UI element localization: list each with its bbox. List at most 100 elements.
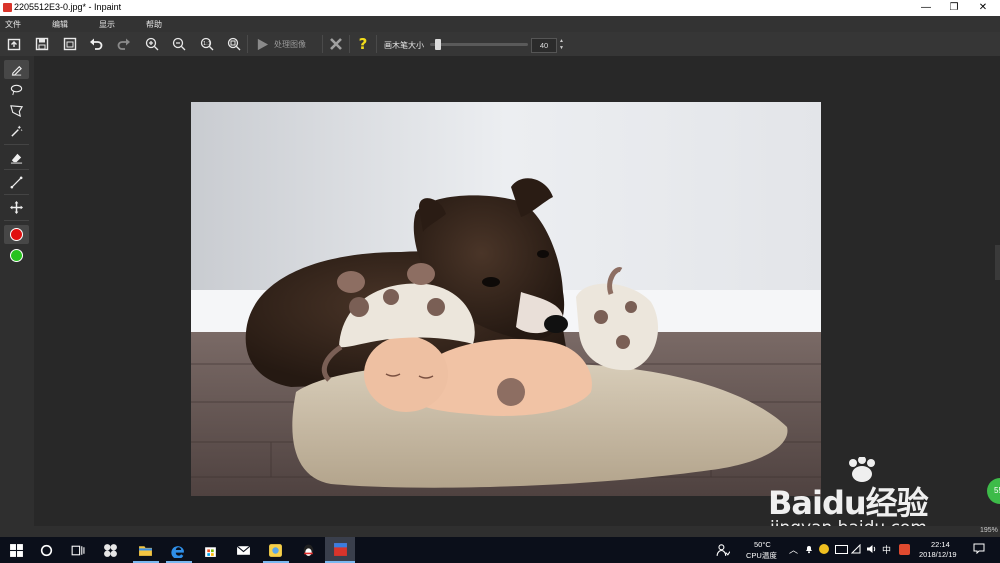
red-marker-tool[interactable] <box>4 225 29 244</box>
toolbar-divider <box>247 35 248 53</box>
process-image-button[interactable]: 处理图像 <box>256 35 318 53</box>
redo-button[interactable] <box>116 36 132 52</box>
eraser-icon <box>10 153 23 164</box>
brush-size-label: 画木笔大小 <box>384 41 424 50</box>
save-button[interactable] <box>34 36 50 52</box>
menu-file[interactable]: 文件 <box>5 19 21 30</box>
window-title: 2205512E3-0.jpg* - Inpaint <box>14 2 122 12</box>
cpu-temp-label: CPU温度 <box>746 551 777 560</box>
svg-text:1:1: 1:1 <box>203 41 211 47</box>
tray-overflow-icon[interactable]: ︿ <box>789 543 798 556</box>
green-marker-icon <box>10 249 23 262</box>
photo-artwork <box>191 102 821 496</box>
taskbar-app-qq[interactable] <box>298 541 318 559</box>
restore-button[interactable]: ❐ <box>940 0 968 16</box>
taskbar-app-store[interactable] <box>200 541 220 559</box>
taskbar-app-edge[interactable] <box>168 541 188 559</box>
polygonal-lasso-icon <box>10 105 23 117</box>
gallery-icon <box>268 543 282 557</box>
clock-date[interactable]: 2018/12/19 <box>919 550 957 559</box>
help-button[interactable]: ? <box>355 35 371 53</box>
process-image-label: 处理图像 <box>274 39 306 49</box>
notification-icon <box>973 543 985 555</box>
store-icon <box>204 546 216 557</box>
tools-divider <box>4 220 29 221</box>
status-bar: 195% <box>0 526 1000 537</box>
close-button[interactable]: ✕ <box>969 0 997 16</box>
redo-icon <box>117 38 130 50</box>
brush-size-spinner[interactable]: ▲ ▼ <box>557 38 566 53</box>
mail-icon <box>236 545 250 555</box>
windows-icon <box>9 543 23 557</box>
zoom-fit-button[interactable] <box>226 36 242 52</box>
action-center-button[interactable] <box>973 543 985 555</box>
toolbar-divider <box>322 35 323 53</box>
taskbar-app-inpaint-active[interactable] <box>325 537 355 563</box>
zoom-actual-button[interactable]: 1:1 <box>199 36 215 52</box>
search-button[interactable] <box>36 541 56 559</box>
zoom-level: 195% <box>980 527 998 534</box>
move-icon <box>10 201 23 214</box>
zoom-fit-icon <box>227 37 241 51</box>
marker-icon <box>11 65 22 76</box>
tray-volume-icon[interactable] <box>866 544 877 554</box>
cancel-button[interactable] <box>328 36 344 52</box>
tools-divider <box>4 144 29 145</box>
people-icon <box>716 543 730 556</box>
tools-divider <box>4 194 29 195</box>
open-button[interactable] <box>6 36 22 52</box>
magic-wand-tool[interactable] <box>4 122 29 141</box>
tray-sogou-icon[interactable] <box>899 544 910 555</box>
menu-help[interactable]: 帮助 <box>146 19 162 30</box>
taskbar-app-gallery[interactable] <box>265 541 285 559</box>
line-tool[interactable] <box>4 173 29 192</box>
tray-wifi-icon[interactable] <box>850 543 861 554</box>
watermark-paw-icon <box>845 456 879 483</box>
clock-time[interactable]: 22:14 <box>931 540 950 549</box>
tray-security-icon[interactable] <box>819 544 829 554</box>
canvas-scrollbar[interactable] <box>995 245 1000 280</box>
undo-button[interactable] <box>88 36 104 52</box>
tray-bell-icon[interactable] <box>804 544 814 554</box>
save-as-button[interactable] <box>62 36 78 52</box>
taskbar-app-mail[interactable] <box>233 541 253 559</box>
folder-icon <box>138 545 152 556</box>
photo-image[interactable] <box>191 102 821 496</box>
taskbar-app-pinwheel[interactable] <box>100 541 120 559</box>
start-button[interactable] <box>6 541 26 559</box>
green-marker-tool[interactable] <box>4 246 29 265</box>
menu-view[interactable]: 显示 <box>99 19 115 30</box>
task-view-button[interactable] <box>67 541 87 559</box>
title-bar: 2205512E3-0.jpg* - Inpaint — ❐ ✕ <box>0 0 1000 16</box>
menu-bar: 文件 编辑 显示 帮助 <box>0 16 1000 32</box>
lasso-tool[interactable] <box>4 80 29 99</box>
save-as-icon <box>63 37 77 51</box>
menu-edit[interactable]: 编辑 <box>52 19 68 30</box>
taskbar-app-explorer[interactable] <box>135 541 155 559</box>
brush-size-input[interactable]: 40 <box>531 38 557 53</box>
zoom-in-icon <box>145 37 159 51</box>
app-icon <box>3 3 12 12</box>
brush-size-slider-thumb[interactable] <box>435 39 441 50</box>
brush-size-slider[interactable] <box>430 39 528 50</box>
save-icon <box>35 37 49 51</box>
tray-person-icon[interactable] <box>712 541 732 559</box>
play-icon <box>257 38 269 50</box>
cortana-icon <box>40 544 52 556</box>
inpaint-icon <box>334 543 347 556</box>
zoom-in-button[interactable] <box>144 36 160 52</box>
toolbar-divider <box>349 35 350 53</box>
qq-penguin-icon <box>303 544 313 556</box>
eraser-tool[interactable] <box>4 148 29 167</box>
minimize-button[interactable]: — <box>912 0 940 16</box>
red-marker-icon <box>10 228 23 241</box>
task-view-icon <box>71 545 84 555</box>
tray-battery-icon[interactable] <box>835 545 848 554</box>
move-tool[interactable] <box>4 198 29 217</box>
marker-tool[interactable] <box>4 60 29 79</box>
tray-ime-indicator[interactable]: 中 <box>882 543 891 556</box>
edge-icon <box>170 545 184 558</box>
polygonal-lasso-tool[interactable] <box>4 101 29 120</box>
undo-icon <box>90 38 103 50</box>
zoom-out-button[interactable] <box>171 36 187 52</box>
